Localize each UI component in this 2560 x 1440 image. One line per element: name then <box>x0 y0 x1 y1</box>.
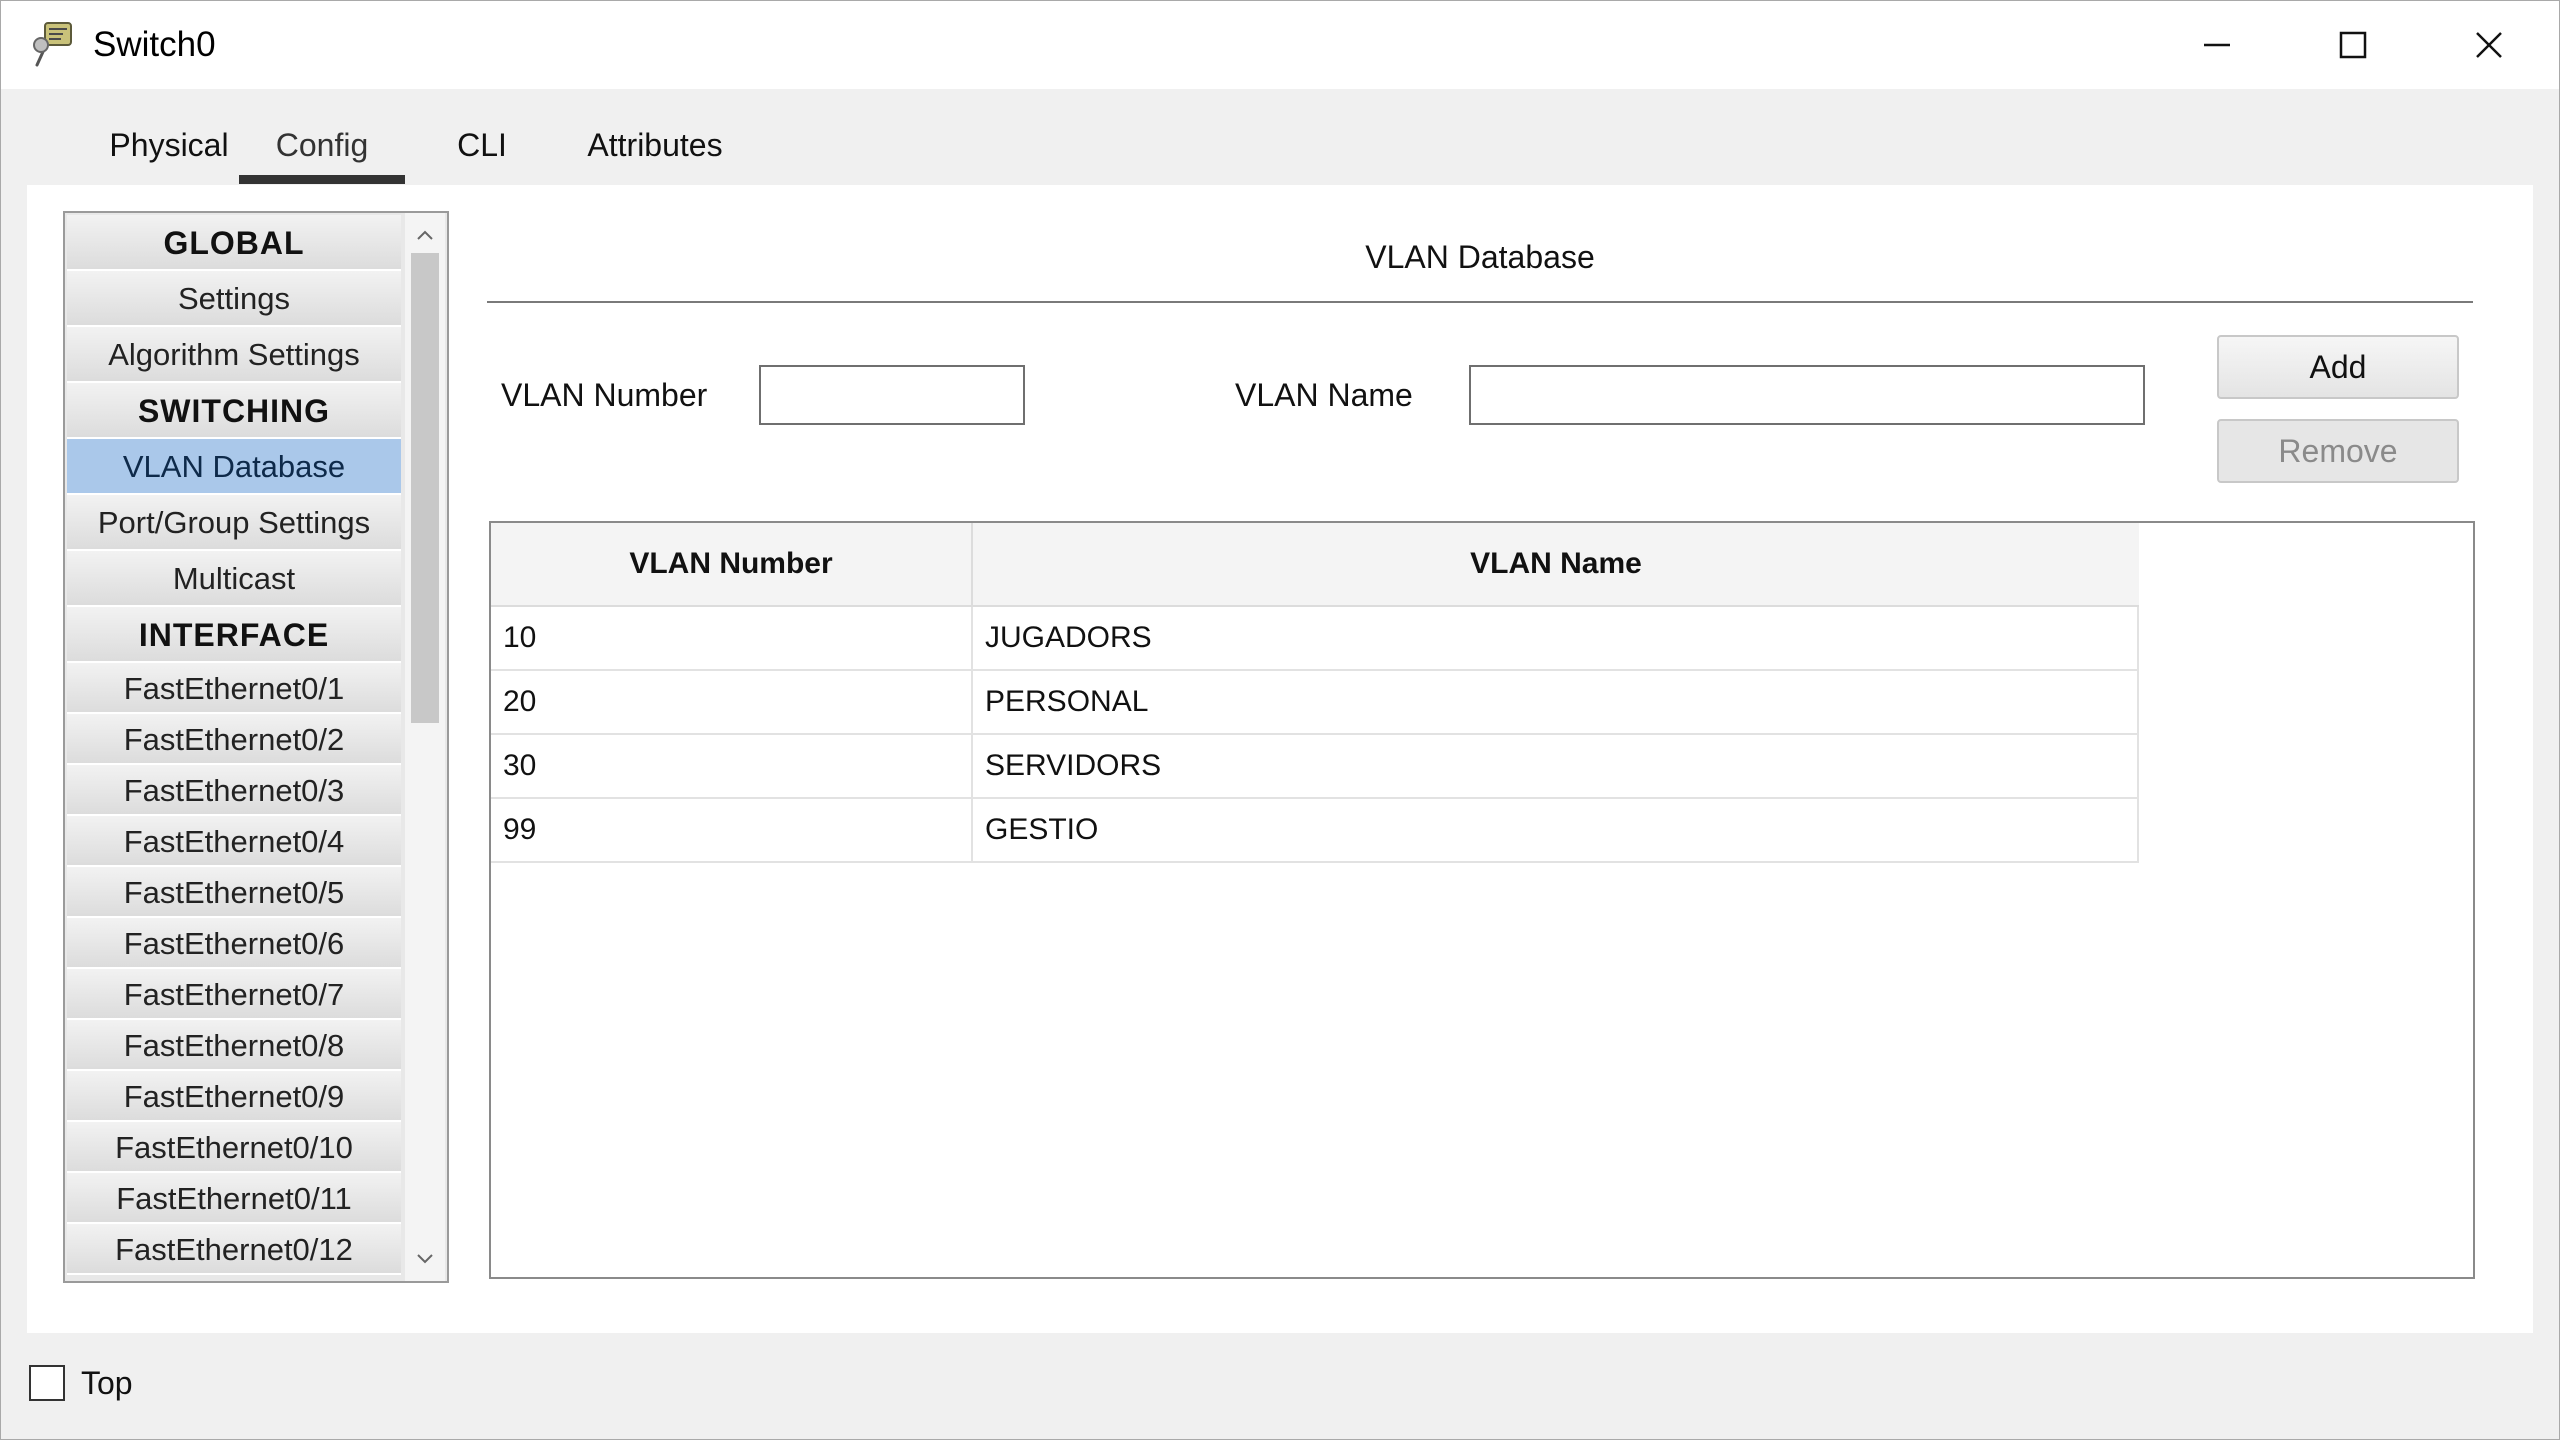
maximize-icon <box>2339 31 2367 59</box>
nav-item-fastethernet0-1[interactable]: FastEthernet0/1 <box>67 663 401 714</box>
nav-item-algorithm-settings[interactable]: Algorithm Settings <box>67 327 401 383</box>
vlan-number-input[interactable] <box>759 365 1025 425</box>
table-row[interactable]: 10 JUGADORS <box>491 607 2139 671</box>
tab-attributes[interactable]: Attributes <box>555 105 755 185</box>
config-panel: GLOBAL Settings Algorithm Settings SWITCHIN… <box>27 185 2533 1333</box>
switch-device-icon <box>31 21 77 73</box>
nav-item-vlan-database[interactable]: VLAN Database <box>67 439 401 495</box>
nav-item-fastethernet0-12[interactable]: FastEthernet0/12 <box>67 1224 401 1275</box>
nav-item-fastethernet0-6[interactable]: FastEthernet0/6 <box>67 918 401 969</box>
vlan-number-cell: 99 <box>491 799 973 861</box>
nav-header-interface: INTERFACE <box>67 607 401 663</box>
window-title: Switch0 <box>93 25 216 64</box>
navigation-scrollbar[interactable] <box>405 213 445 1281</box>
close-icon <box>2476 32 2502 58</box>
nav-item-fastethernet0-11[interactable]: FastEthernet0/11 <box>67 1173 401 1224</box>
section-title: VLAN Database <box>1365 239 1595 275</box>
switch-config-window: Switch0 Physical Config CLI Attributes G… <box>0 0 2560 1440</box>
table-row[interactable]: 99 GESTIO <box>491 799 2139 863</box>
nav-header-global: GLOBAL <box>67 215 401 271</box>
maximize-button[interactable] <box>2285 1 2421 89</box>
table-header: VLAN Number VLAN Name <box>491 523 2139 607</box>
vlan-number-label: VLAN Number <box>501 377 708 413</box>
nav-item-fastethernet0-2[interactable]: FastEthernet0/2 <box>67 714 401 765</box>
nav-item-fastethernet0-5[interactable]: FastEthernet0/5 <box>67 867 401 918</box>
vlan-table: VLAN Number VLAN Name 10 JUGADORS 20 PER… <box>489 521 2475 1279</box>
vlan-name-input[interactable] <box>1469 365 2145 425</box>
remove-button[interactable]: Remove <box>2217 419 2459 483</box>
tab-cli[interactable]: CLI <box>427 105 537 185</box>
chevron-up-icon <box>417 230 433 240</box>
nav-item-fastethernet0-4[interactable]: FastEthernet0/4 <box>67 816 401 867</box>
vlan-name-cell: GESTIO <box>973 799 2139 861</box>
chevron-down-icon <box>417 1254 433 1264</box>
nav-item-fastethernet0-8[interactable]: FastEthernet0/8 <box>67 1020 401 1071</box>
column-header-vlan-name[interactable]: VLAN Name <box>973 523 2139 605</box>
scroll-up-button[interactable] <box>411 221 439 249</box>
minimize-button[interactable] <box>2149 1 2285 89</box>
active-tab-indicator <box>239 175 405 184</box>
top-checkbox-label[interactable]: Top <box>81 1361 133 1405</box>
nav-item-fastethernet0-9[interactable]: FastEthernet0/9 <box>67 1071 401 1122</box>
vlan-number-cell: 30 <box>491 735 973 797</box>
column-header-vlan-number[interactable]: VLAN Number <box>491 523 973 605</box>
nav-header-switching: SWITCHING <box>67 383 401 439</box>
close-button[interactable] <box>2421 1 2557 89</box>
vlan-number-cell: 10 <box>491 607 973 669</box>
minimize-icon <box>2204 43 2230 47</box>
nav-item-settings[interactable]: Settings <box>67 271 401 327</box>
nav-item-fastethernet0-7[interactable]: FastEthernet0/7 <box>67 969 401 1020</box>
tab-config[interactable]: Config <box>239 105 405 185</box>
vlan-number-cell: 20 <box>491 671 973 733</box>
nav-item-fastethernet0-3[interactable]: FastEthernet0/3 <box>67 765 401 816</box>
tab-bar: Physical Config CLI Attributes <box>27 105 743 185</box>
table-row[interactable]: 20 PERSONAL <box>491 671 2139 735</box>
nav-item-fastethernet0-10[interactable]: FastEthernet0/10 <box>67 1122 401 1173</box>
vlan-name-cell: SERVIDORS <box>973 735 2139 797</box>
vlan-name-label: VLAN Name <box>1235 377 1413 413</box>
nav-item-port-group-settings[interactable]: Port/Group Settings <box>67 495 401 551</box>
vlan-name-cell: PERSONAL <box>973 671 2139 733</box>
vlan-name-cell: JUGADORS <box>973 607 2139 669</box>
scroll-down-button[interactable] <box>411 1245 439 1273</box>
nav-item-multicast[interactable]: Multicast <box>67 551 401 607</box>
table-row[interactable]: 30 SERVIDORS <box>491 735 2139 799</box>
section-divider <box>487 301 2473 303</box>
add-button[interactable]: Add <box>2217 335 2459 399</box>
top-checkbox[interactable] <box>29 1365 65 1401</box>
title-bar: Switch0 <box>1 1 2559 89</box>
config-navigation: GLOBAL Settings Algorithm Settings SWITCHIN… <box>63 211 449 1283</box>
scrollbar-thumb[interactable] <box>411 253 439 723</box>
